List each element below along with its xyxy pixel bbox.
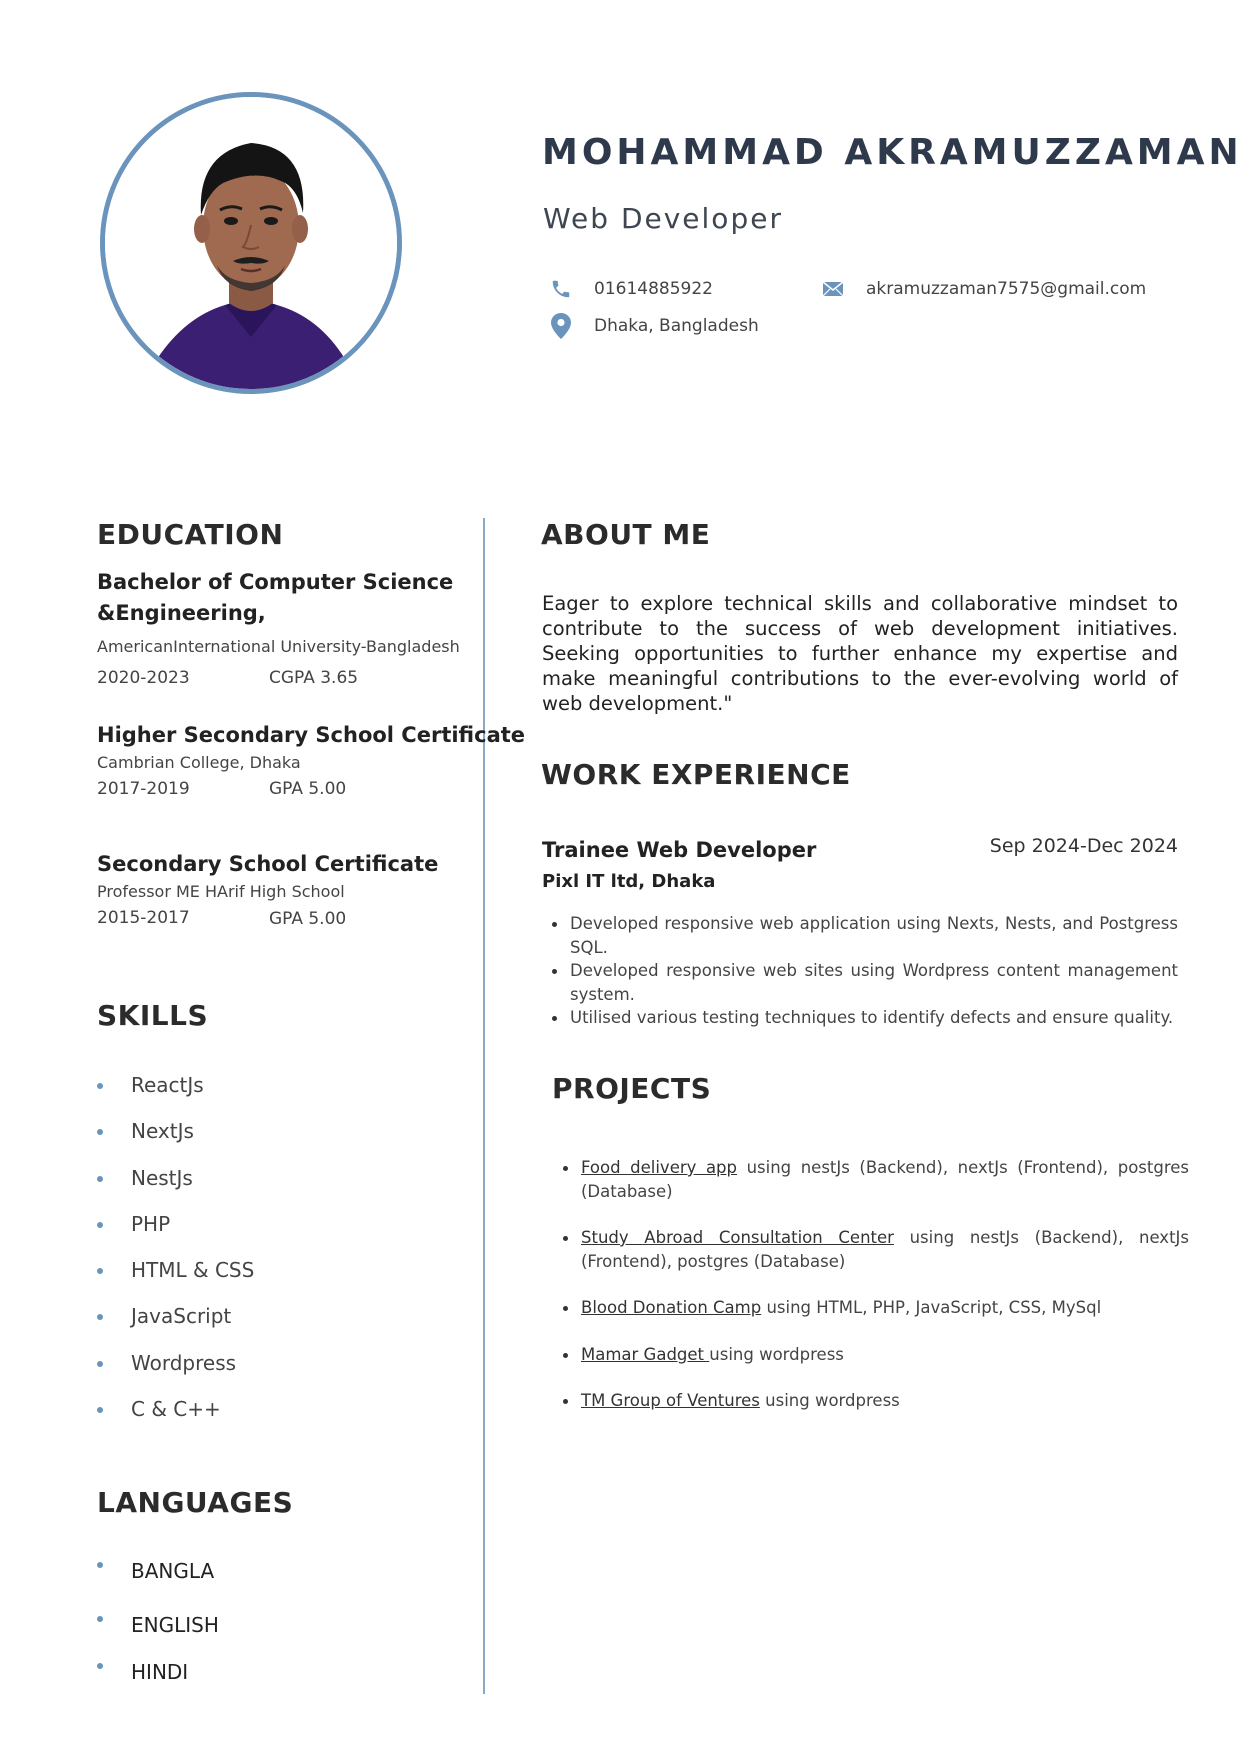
project-link[interactable]: TM Group of Ventures [581, 1391, 760, 1410]
contact-phone: 01614885922 [548, 276, 713, 302]
institution-name: Professor ME HArif High School [97, 882, 345, 901]
project-link[interactable]: Study Abroad Consultation Center [581, 1228, 894, 1247]
job-company: Pixl IT ltd, Dhaka [542, 871, 716, 892]
project-link[interactable]: Blood Donation Camp [581, 1298, 761, 1317]
language-item: HINDI [97, 1659, 219, 1685]
project-link[interactable]: Food delivery app [581, 1158, 737, 1177]
phone-number[interactable]: 01614885922 [594, 279, 713, 299]
contact-email: akramuzzaman7575@gmail.com [820, 276, 1146, 302]
project-item: Study Abroad Consultation Center using n… [563, 1226, 1189, 1273]
projects-list: Food delivery app using nestJs (Backend)… [563, 1156, 1189, 1436]
project-item: Blood Donation Camp using HTML, PHP, Jav… [563, 1296, 1189, 1320]
skill-item: HTML & CSS [97, 1257, 254, 1303]
skill-item: NextJs [97, 1118, 254, 1164]
project-link[interactable]: Mamar Gadget [581, 1345, 709, 1364]
about-text: Eager to explore technical skills and co… [542, 592, 1178, 715]
project-item: TM Group of Ventures using wordpress [563, 1389, 1189, 1413]
phone-icon [548, 276, 574, 302]
project-description: using wordpress [759, 1391, 900, 1410]
project-item: Mamar Gadget using wordpress [563, 1343, 1189, 1367]
responsibility-item: Developed responsive web application usi… [552, 912, 1178, 959]
education-years: 2017-2019 [97, 779, 190, 799]
column-divider [483, 518, 485, 1694]
degree-title: Secondary School Certificate [97, 852, 439, 876]
job-dates: Sep 2024-Dec 2024 [989, 835, 1178, 857]
email-address[interactable]: akramuzzaman7575@gmail.com [866, 279, 1146, 299]
institution-name: Cambrian College, Dhaka [97, 753, 301, 772]
profile-photo [100, 92, 402, 394]
candidate-name: MOHAMMAD AKRAMUZZAMAN [542, 132, 1241, 173]
skill-item: NestJs [97, 1165, 254, 1211]
responsibility-item: Developed responsive web sites using Wor… [552, 959, 1178, 1006]
candidate-role: Web Developer [543, 202, 783, 235]
skill-item: ReactJs [97, 1072, 254, 1118]
about-heading: ABOUT ME [541, 518, 711, 551]
map-pin-icon [548, 313, 574, 339]
education-grade: GPA 5.00 [269, 909, 347, 929]
skill-item: PHP [97, 1211, 254, 1257]
skills-list: ReactJs NextJs NestJs PHP HTML & CSS Jav… [97, 1072, 254, 1442]
project-description: using wordpress [709, 1344, 844, 1364]
project-description: using HTML, PHP, JavaScript, CSS, MySql [761, 1298, 1102, 1317]
responsibility-item: Utilised various testing techniques to i… [552, 1006, 1178, 1030]
language-item: BANGLA [97, 1558, 219, 1612]
skills-heading: SKILLS [97, 999, 209, 1032]
skill-item: C & C++ [97, 1396, 254, 1442]
job-title: Trainee Web Developer [542, 838, 817, 862]
education-years: 2020-2023 [97, 668, 190, 688]
location-text: Dhaka, Bangladesh [594, 316, 759, 336]
project-item: Food delivery app using nestJs (Backend)… [563, 1156, 1189, 1203]
education-years: 2015-2017 [97, 908, 190, 928]
contact-location: Dhaka, Bangladesh [548, 313, 759, 339]
institution-name: AmericanInternational University-Banglad… [97, 637, 460, 656]
skill-item: JavaScript [97, 1303, 254, 1349]
education-grade: GPA 5.00 [269, 779, 347, 799]
job-responsibilities: Developed responsive web application usi… [552, 912, 1178, 1030]
degree-title: Bachelor of Computer Science &Engineerin… [97, 570, 454, 625]
languages-heading: LANGUAGES [97, 1486, 294, 1519]
work-heading: WORK EXPERIENCE [541, 758, 851, 791]
language-item: ENGLISH [97, 1612, 219, 1659]
languages-list: BANGLA ENGLISH HINDI [97, 1558, 219, 1685]
projects-heading: PROJECTS [552, 1072, 712, 1105]
education-heading: EDUCATION [97, 518, 284, 551]
education-grade: CGPA 3.65 [269, 668, 359, 688]
skill-item: Wordpress [97, 1350, 254, 1396]
envelope-icon [820, 276, 846, 302]
profile-portrait [105, 97, 397, 389]
degree-title: Higher Secondary School Certificate [97, 723, 526, 747]
